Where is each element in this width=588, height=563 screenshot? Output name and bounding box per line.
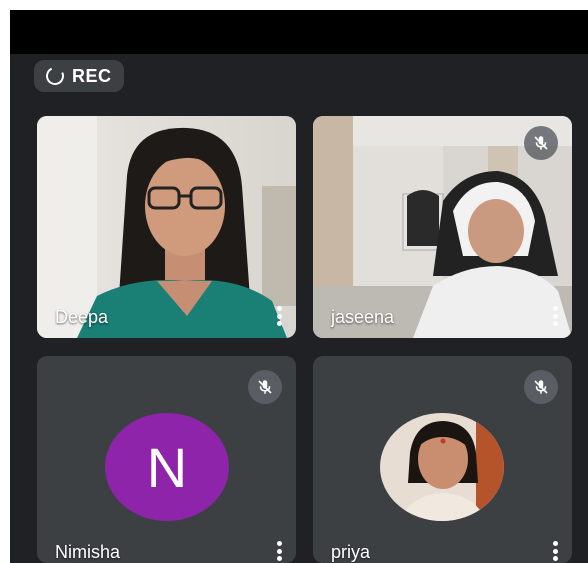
participant-tile-priya[interactable]: priya [313,356,572,563]
participant-name: jaseena [331,307,395,327]
participant-tile-jaseena[interactable]: jaseena [313,116,572,338]
avatar: N [105,413,229,521]
top-bar [10,10,588,54]
mic-off-icon [524,370,558,404]
participant-tile-deepa[interactable]: Deepa [37,116,296,338]
more-vert-icon[interactable] [552,306,558,326]
more-vert-icon[interactable] [276,306,282,326]
participant-video [37,116,296,338]
participant-name: priya [331,542,371,562]
avatar [380,413,504,521]
meeting-app: REC Deepa jaseena N Nimisha priya [10,10,588,563]
record-spinner-icon [43,64,67,88]
recording-indicator[interactable]: REC [34,60,124,92]
more-vert-icon[interactable] [552,541,558,561]
recording-label: REC [72,65,112,86]
mic-off-icon [524,126,558,160]
participant-name: Nimisha [55,542,121,562]
participant-name: Deepa [55,307,109,327]
participant-tile-nimisha[interactable]: N Nimisha [37,356,296,563]
mic-off-icon [248,370,282,404]
more-vert-icon[interactable] [276,541,282,561]
